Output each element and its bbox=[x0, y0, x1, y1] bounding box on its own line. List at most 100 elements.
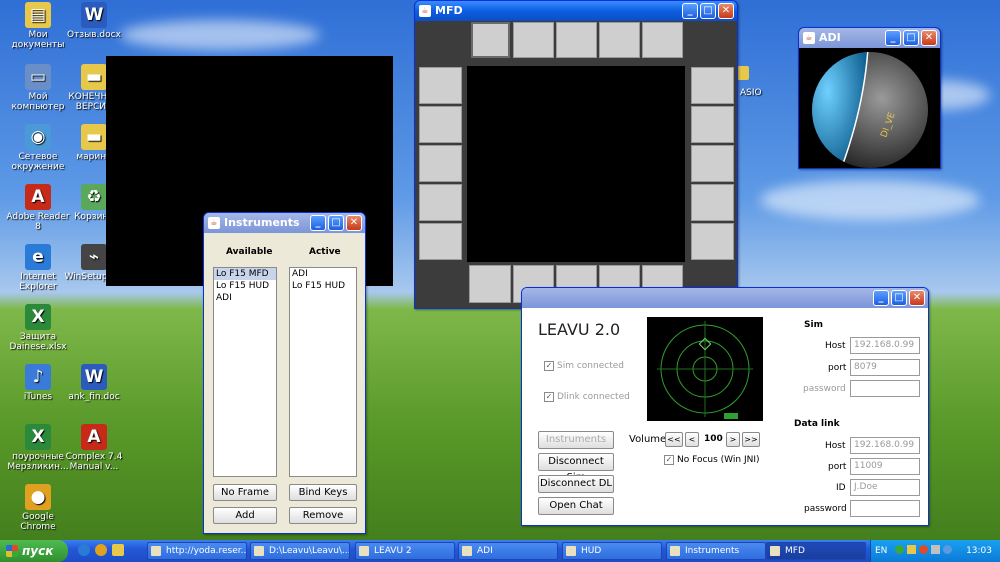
desktop-icon[interactable]: ▤ Мои документы bbox=[6, 2, 70, 50]
maximize-button[interactable]: □ bbox=[328, 215, 344, 231]
tray-icon[interactable] bbox=[931, 545, 940, 554]
desktop-icon[interactable]: Wank_fin.doc bbox=[62, 364, 126, 402]
tray-icon[interactable] bbox=[919, 545, 928, 554]
minimize-button[interactable]: _ bbox=[885, 30, 901, 46]
mfd-osb-top-4[interactable] bbox=[599, 22, 640, 58]
mfd-osb-top-5[interactable] bbox=[642, 22, 683, 58]
mfd-title-bar[interactable]: ☕ MFD _ □ ✕ bbox=[415, 1, 737, 21]
maximize-button[interactable]: □ bbox=[700, 3, 716, 19]
close-button[interactable]: ✕ bbox=[909, 290, 925, 306]
list-item[interactable]: ADI bbox=[290, 268, 356, 280]
adi-title-bar[interactable]: ☕ ADI _ □ ✕ bbox=[799, 28, 940, 48]
remove-button[interactable]: Remove bbox=[289, 507, 357, 524]
list-item[interactable]: Lo F15 HUD bbox=[290, 280, 356, 292]
desktop-icon[interactable]: W Отзыв.docx bbox=[62, 2, 126, 40]
sim-port-field[interactable]: 8079 bbox=[850, 359, 920, 376]
dl-host-field[interactable]: 192.168.0.99 bbox=[850, 437, 920, 454]
minimize-button[interactable]: _ bbox=[873, 290, 889, 306]
tray-icons bbox=[895, 545, 952, 554]
pdf-icon: A bbox=[25, 184, 51, 210]
sim-host-field[interactable]: 192.168.0.99 bbox=[850, 337, 920, 354]
list-item[interactable]: Lo F15 HUD bbox=[214, 280, 276, 292]
chrome-icon[interactable] bbox=[95, 544, 107, 556]
taskbar-button[interactable]: http://yoda.reser... bbox=[147, 542, 247, 560]
dl-port-field[interactable]: 11009 bbox=[850, 458, 920, 475]
taskbar-button[interactable]: HUD bbox=[562, 542, 662, 560]
mfd-osb-right-5[interactable] bbox=[691, 223, 734, 260]
open-chat-button[interactable]: Open Chat bbox=[538, 497, 614, 515]
leavu-window: _ □ ✕ LEAVU 2.0 ✓ Sim connected ✓ Dlink co… bbox=[521, 287, 929, 526]
active-header: Active bbox=[309, 247, 341, 257]
bind-keys-button[interactable]: Bind Keys bbox=[289, 484, 357, 501]
active-list[interactable]: ADI Lo F15 HUD bbox=[289, 267, 357, 477]
mfd-osb-right-1[interactable] bbox=[691, 67, 734, 104]
tray-icon[interactable] bbox=[907, 545, 916, 554]
desktop-icon[interactable]: e Internet Explorer bbox=[6, 244, 70, 292]
desktop-icon-label: Мои документы bbox=[11, 30, 65, 50]
start-button[interactable]: пуск bbox=[0, 540, 68, 562]
desktop-icon-label: iTunes bbox=[23, 392, 53, 402]
instruments-button[interactable]: Instruments bbox=[538, 431, 614, 449]
disconnect-sim-button[interactable]: Disconnect Sim bbox=[538, 453, 614, 483]
no-frame-button[interactable]: No Frame bbox=[213, 484, 277, 501]
close-button[interactable]: ✕ bbox=[346, 215, 362, 231]
desktop-icon-label-asio: ASIO bbox=[740, 88, 762, 98]
dl-password-field[interactable] bbox=[850, 500, 920, 517]
maximize-button[interactable]: □ bbox=[903, 30, 919, 46]
desktop-icon[interactable]: A Complex 7.4 Manual v... bbox=[62, 424, 126, 472]
volume-down-fast-button[interactable]: << bbox=[665, 432, 683, 447]
taskbar-button[interactable]: MFD bbox=[766, 542, 866, 560]
sim-password-field[interactable] bbox=[850, 380, 920, 397]
id-field[interactable]: J.Doe bbox=[850, 479, 920, 496]
tray-icon[interactable] bbox=[943, 545, 952, 554]
mfd-osb-top-3[interactable] bbox=[556, 22, 597, 58]
close-button[interactable]: ✕ bbox=[921, 30, 937, 46]
maximize-button[interactable]: □ bbox=[891, 290, 907, 306]
leavu-title-bar[interactable]: _ □ ✕ bbox=[522, 288, 928, 308]
volume-up-fast-button[interactable]: >> bbox=[742, 432, 760, 447]
mfd-osb-top-1[interactable] bbox=[471, 22, 510, 58]
desktop-icon[interactable]: Xпоурочные Мерзликин... bbox=[6, 424, 70, 472]
adi-sphere: DI_VE bbox=[812, 52, 928, 168]
language-indicator[interactable]: EN bbox=[875, 540, 887, 562]
desktop-icon[interactable]: ▭ Мой компьютер bbox=[6, 64, 70, 112]
no-focus-checkbox[interactable]: ✓ No Focus (Win JNI) bbox=[664, 455, 760, 465]
desktop-icon[interactable]: ◉ Сетевое окружение bbox=[6, 124, 70, 172]
mfd-osb-right-3[interactable] bbox=[691, 145, 734, 182]
folder-icon[interactable] bbox=[112, 544, 124, 556]
taskbar-button[interactable]: ADI bbox=[458, 542, 558, 560]
sim-connected-checkbox: ✓ Sim connected bbox=[544, 361, 624, 371]
desktop-icon[interactable]: A Adobe Reader 8 bbox=[6, 184, 70, 232]
list-item[interactable]: ADI bbox=[214, 292, 276, 304]
mfd-title: MFD bbox=[435, 4, 463, 17]
mfd-osb-left-4[interactable] bbox=[419, 184, 462, 221]
mfd-osb-top-2[interactable] bbox=[513, 22, 554, 58]
mfd-osb-left-1[interactable] bbox=[419, 67, 462, 104]
mfd-osb-right-4[interactable] bbox=[691, 184, 734, 221]
mfd-osb-right-2[interactable] bbox=[691, 106, 734, 143]
desktop-icon[interactable]: ♪ iTunes bbox=[6, 364, 70, 402]
close-button[interactable]: ✕ bbox=[718, 3, 734, 19]
mfd-osb-left-3[interactable] bbox=[419, 145, 462, 182]
desktop-icon[interactable]: ● Google Chrome bbox=[6, 484, 70, 532]
app-title: LEAVU 2.0 bbox=[538, 320, 621, 339]
volume-down-button[interactable]: < bbox=[685, 432, 699, 447]
volume-up-button[interactable]: > bbox=[726, 432, 740, 447]
taskbar-button[interactable]: D:\Leavu\Leavu\... bbox=[250, 542, 350, 560]
instruments-title-bar[interactable]: ☕ Instruments _ □ ✕ bbox=[204, 213, 365, 233]
taskbar-button[interactable]: Instruments bbox=[666, 542, 766, 560]
tray-icon[interactable] bbox=[895, 545, 904, 554]
list-item[interactable]: Lo F15 MFD bbox=[214, 268, 276, 280]
ie-icon[interactable] bbox=[78, 544, 90, 556]
taskbar-button[interactable]: LEAVU 2 bbox=[355, 542, 455, 560]
disconnect-dl-button[interactable]: Disconnect DL bbox=[538, 475, 614, 493]
add-button[interactable]: Add bbox=[213, 507, 277, 524]
mfd-osb-left-2[interactable] bbox=[419, 106, 462, 143]
mfd-osb-bottom-1[interactable] bbox=[469, 265, 511, 303]
minimize-button[interactable]: _ bbox=[310, 215, 326, 231]
minimize-button[interactable]: _ bbox=[682, 3, 698, 19]
mfd-osb-left-5[interactable] bbox=[419, 223, 462, 260]
available-list[interactable]: Lo F15 MFD Lo F15 HUD ADI bbox=[213, 267, 277, 477]
desktop-icon[interactable]: X Защита Dainese.xlsx bbox=[6, 304, 70, 352]
desktop-icon-label: Internet Explorer bbox=[19, 272, 57, 292]
